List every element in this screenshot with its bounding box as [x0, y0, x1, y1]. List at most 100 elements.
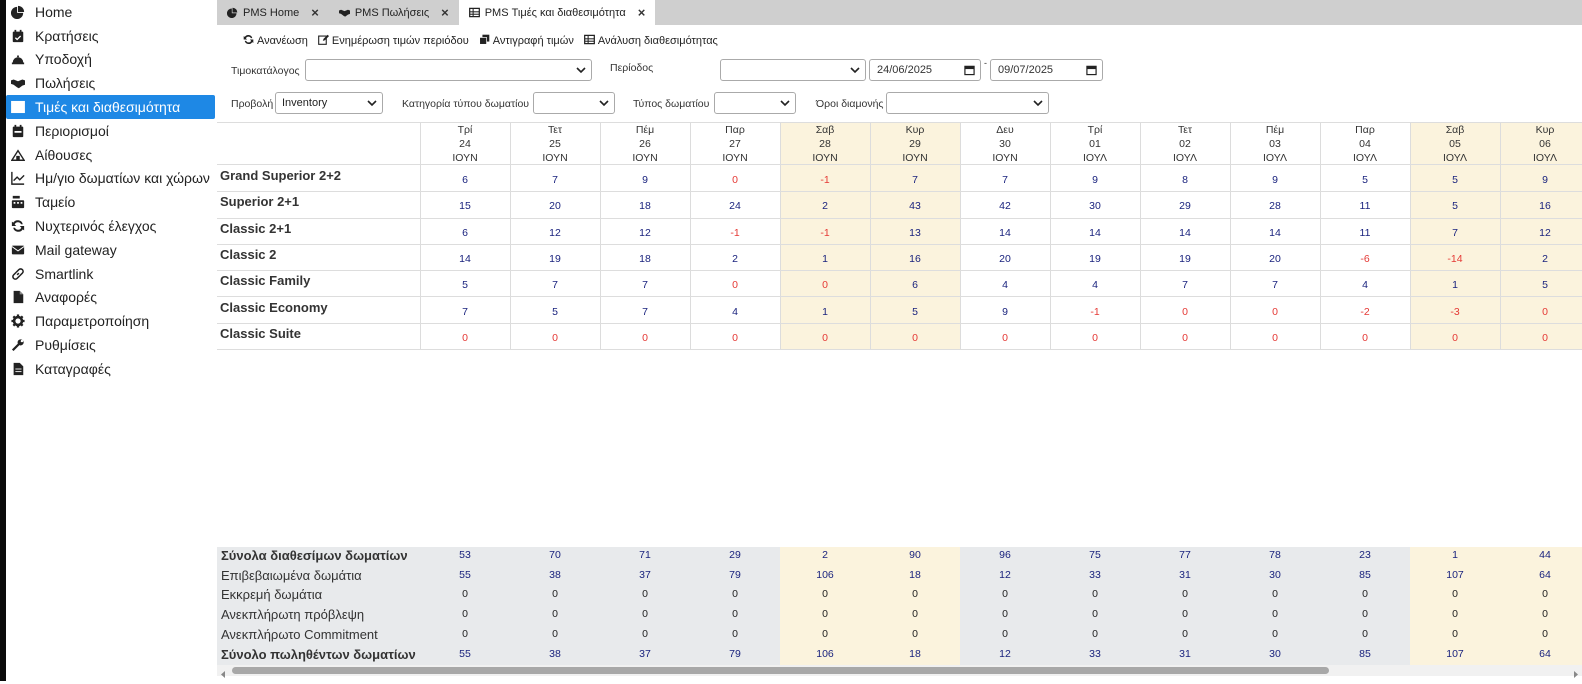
sidebar-item-4[interactable]: Τιμές και διαθεσιμότητα — [6, 95, 215, 119]
availability-cell[interactable]: 7 — [960, 174, 1050, 186]
availability-cell[interactable]: 7 — [870, 174, 960, 186]
calendar-icon[interactable] — [1086, 64, 1097, 79]
availability-cell[interactable]: 0 — [690, 332, 780, 344]
sidebar-item-2[interactable]: Υποδοχή — [6, 48, 217, 72]
availability-cell[interactable]: 29 — [1140, 200, 1230, 212]
date-to-input[interactable]: 09/07/2025 — [990, 59, 1103, 81]
availability-cell[interactable]: 0 — [960, 332, 1050, 344]
availability-cell[interactable]: 7 — [600, 306, 690, 318]
stay-terms-select[interactable] — [886, 92, 1049, 114]
update-prices-button[interactable]: Ενημέρωση τιμών περιόδου — [318, 34, 469, 48]
availability-cell[interactable]: 7 — [1140, 279, 1230, 291]
sidebar-item-11[interactable]: Smartlink — [6, 262, 217, 286]
availability-cell[interactable]: -2 — [1320, 306, 1410, 318]
availability-cell[interactable]: 5 — [420, 279, 510, 291]
availability-cell[interactable]: 12 — [600, 227, 690, 239]
sidebar-item-8[interactable]: Ταμείο — [6, 190, 217, 214]
availability-cell[interactable]: 11 — [1320, 227, 1410, 239]
date-from-input[interactable]: 24/06/2025 — [869, 59, 981, 81]
availability-cell[interactable]: 15 — [420, 200, 510, 212]
availability-cell[interactable]: -1 — [780, 174, 870, 186]
availability-cell[interactable]: 20 — [1230, 253, 1320, 265]
availability-cell[interactable]: 4 — [1050, 279, 1140, 291]
availability-cell[interactable]: 19 — [1140, 253, 1230, 265]
sidebar-item-15[interactable]: Καταγραφές — [6, 357, 217, 381]
availability-cell[interactable]: 1 — [1410, 279, 1500, 291]
availability-cell[interactable]: 16 — [1500, 200, 1582, 212]
availability-cell[interactable]: -1 — [780, 227, 870, 239]
availability-cell[interactable]: 5 — [1410, 200, 1500, 212]
availability-cell[interactable]: 11 — [1320, 200, 1410, 212]
pricelist-select[interactable] — [305, 59, 592, 81]
horizontal-scrollbar[interactable] — [217, 665, 1582, 678]
availability-cell[interactable]: 0 — [780, 279, 870, 291]
availability-cell[interactable]: 2 — [1500, 253, 1582, 265]
availability-cell[interactable]: -1 — [1050, 306, 1140, 318]
scroll-left-icon[interactable] — [219, 666, 227, 684]
sidebar-item-12[interactable]: Αναφορές — [6, 286, 217, 310]
availability-cell[interactable]: 2 — [780, 200, 870, 212]
sidebar-item-7[interactable]: Ημ/γιο δωματίων και χώρων — [6, 167, 217, 191]
sidebar-item-10[interactable]: Mail gateway — [6, 238, 217, 262]
availability-cell[interactable]: 7 — [510, 279, 600, 291]
room-category-select[interactable] — [533, 92, 615, 114]
close-icon[interactable]: × — [311, 5, 319, 20]
availability-cell[interactable]: 0 — [1410, 332, 1500, 344]
scroll-right-icon[interactable] — [1572, 666, 1580, 684]
room-type-select[interactable] — [714, 92, 796, 114]
availability-cell[interactable]: 5 — [870, 306, 960, 318]
tab-1[interactable]: PMS Πωλήσεις × — [328, 0, 459, 25]
availability-cell[interactable]: 5 — [1410, 174, 1500, 186]
tab-0[interactable]: PMS Home × — [217, 0, 329, 25]
availability-cell[interactable]: 20 — [510, 200, 600, 212]
availability-cell[interactable]: 4 — [960, 279, 1050, 291]
availability-cell[interactable]: 0 — [510, 332, 600, 344]
availability-analysis-button[interactable]: Ανάλυση διαθεσιμότητας — [583, 34, 718, 48]
view-select[interactable]: Inventory — [275, 92, 383, 114]
availability-cell[interactable]: 0 — [1500, 332, 1582, 344]
availability-cell[interactable]: -1 — [690, 227, 780, 239]
availability-cell[interactable]: 9 — [600, 174, 690, 186]
availability-cell[interactable]: -6 — [1320, 253, 1410, 265]
availability-cell[interactable]: 6 — [870, 279, 960, 291]
availability-cell[interactable]: 0 — [600, 332, 690, 344]
availability-cell[interactable]: 6 — [420, 174, 510, 186]
availability-cell[interactable]: 18 — [600, 200, 690, 212]
close-icon[interactable]: × — [638, 5, 646, 20]
availability-cell[interactable]: 13 — [870, 227, 960, 239]
availability-cell[interactable]: 43 — [870, 200, 960, 212]
tab-2[interactable]: PMS Τιμές και διαθεσιμότητα × — [458, 0, 656, 25]
availability-cell[interactable]: -14 — [1410, 253, 1500, 265]
availability-cell[interactable]: 0 — [1140, 306, 1230, 318]
sidebar-item-3[interactable]: Πωλήσεις — [6, 71, 217, 95]
availability-cell[interactable]: 18 — [600, 253, 690, 265]
availability-cell[interactable]: 9 — [1050, 174, 1140, 186]
sidebar-item-6[interactable]: Αίθουσες — [6, 143, 217, 167]
scrollbar-thumb[interactable] — [232, 667, 1329, 674]
availability-cell[interactable]: 7 — [1410, 227, 1500, 239]
availability-cell[interactable]: 7 — [420, 306, 510, 318]
availability-cell[interactable]: 19 — [510, 253, 600, 265]
availability-cell[interactable]: 14 — [420, 253, 510, 265]
sidebar-item-1[interactable]: Κρατήσεις — [6, 24, 217, 48]
sidebar-item-5[interactable]: Περιορισμοί — [6, 119, 217, 143]
availability-cell[interactable]: 0 — [1230, 306, 1320, 318]
availability-cell[interactable]: 0 — [780, 332, 870, 344]
availability-cell[interactable]: 4 — [690, 306, 780, 318]
availability-cell[interactable]: 6 — [420, 227, 510, 239]
availability-cell[interactable]: 14 — [960, 227, 1050, 239]
availability-cell[interactable]: 8 — [1140, 174, 1230, 186]
availability-cell[interactable]: 42 — [960, 200, 1050, 212]
availability-cell[interactable]: 4 — [1320, 279, 1410, 291]
availability-cell[interactable]: 5 — [1320, 174, 1410, 186]
availability-cell[interactable]: -3 — [1410, 306, 1500, 318]
availability-cell[interactable]: 5 — [1500, 279, 1582, 291]
sidebar-item-9[interactable]: Νυχτερινός έλεγχος — [6, 214, 217, 238]
availability-cell[interactable]: 0 — [1140, 332, 1230, 344]
sidebar-item-14[interactable]: Ρυθμίσεις — [6, 333, 217, 357]
availability-cell[interactable]: 0 — [1500, 306, 1582, 318]
availability-cell[interactable]: 1 — [780, 306, 870, 318]
availability-cell[interactable]: 14 — [1230, 227, 1320, 239]
availability-cell[interactable]: 9 — [960, 306, 1050, 318]
availability-cell[interactable]: 16 — [870, 253, 960, 265]
